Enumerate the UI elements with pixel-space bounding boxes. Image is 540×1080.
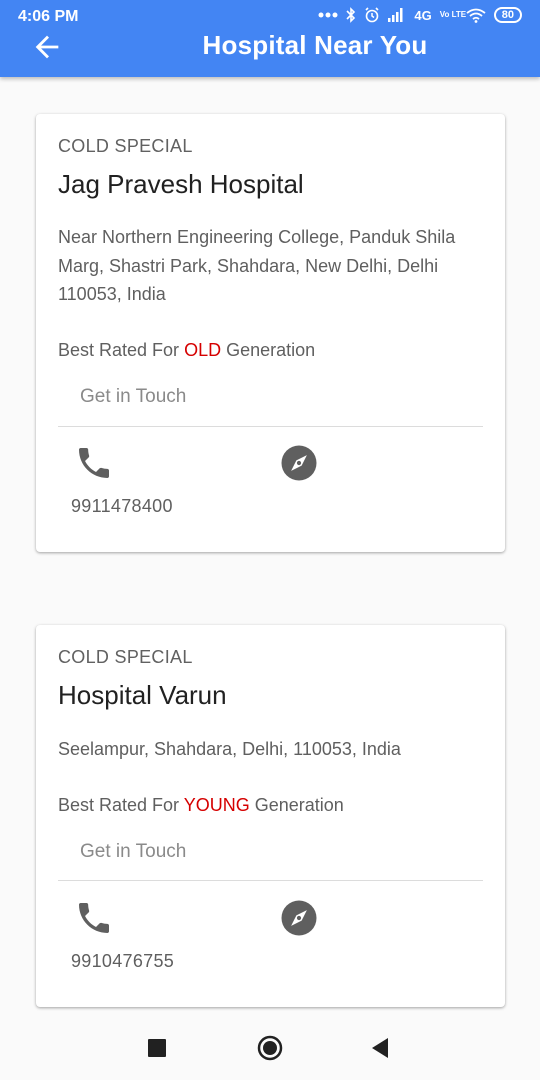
rated-suffix: Generation	[249, 795, 344, 815]
rated-prefix: Best Rated For	[58, 795, 184, 815]
status-icons: 4G Vo LTE 80	[318, 7, 522, 23]
phone-icon[interactable]	[74, 443, 114, 483]
rated-highlight: OLD	[184, 340, 222, 360]
get-in-touch-label: Get in Touch	[80, 386, 187, 407]
rated-suffix: Generation	[221, 340, 316, 360]
page-title: Hospital Near You	[202, 30, 428, 60]
hospital-card[interactable]: COLD SPECIAL Jag Pravesh Hospital Near N…	[36, 114, 505, 552]
app-bar: 4:06 PM 4G Vo LTE 80 Hospital Near You	[0, 0, 540, 77]
phone-number[interactable]: 9910476755	[71, 951, 174, 972]
system-nav-bar	[0, 1018, 540, 1080]
status-time: 4:06 PM	[18, 8, 79, 25]
compass-icon[interactable]	[278, 897, 320, 939]
divider	[58, 426, 483, 427]
battery-indicator: 80	[493, 7, 522, 23]
phone-number[interactable]: 9911478400	[71, 496, 173, 517]
volte-label: Vo LTE	[439, 10, 467, 19]
rated-for-text: Best Rated For OLD Generation	[58, 340, 315, 361]
rated-for-text: Best Rated For YOUNG Generation	[58, 795, 344, 816]
square-icon[interactable]	[148, 1039, 166, 1057]
more-dots-icon	[318, 12, 338, 18]
circle-home-icon[interactable]	[257, 1035, 283, 1061]
triangle-back-icon[interactable]	[370, 1037, 390, 1059]
hospital-name: Jag Pravesh Hospital	[58, 169, 304, 199]
hospital-card[interactable]: COLD SPECIAL Hospital Varun Seelampur, S…	[36, 625, 505, 1007]
divider	[58, 880, 483, 881]
signal-icon	[388, 8, 403, 22]
alarm-icon	[365, 7, 379, 23]
network-type: 4G	[414, 7, 432, 23]
rated-highlight: YOUNG	[183, 795, 250, 815]
compass-icon[interactable]	[278, 442, 320, 484]
rated-prefix: Best Rated For	[58, 340, 185, 360]
bluetooth-icon	[346, 7, 356, 23]
hospital-address: Seelampur, Shahdara, Delhi, 110053, Indi…	[58, 739, 401, 759]
phone-icon[interactable]	[74, 898, 114, 938]
hospital-address: Near Northern Engineering College, Pandu…	[58, 227, 456, 304]
hospital-name: Hospital Varun	[58, 680, 227, 710]
get-in-touch-label: Get in Touch	[80, 841, 187, 862]
wifi-icon	[466, 8, 486, 23]
hospital-category: COLD SPECIAL	[58, 647, 193, 667]
hospital-category: COLD SPECIAL	[58, 136, 193, 156]
